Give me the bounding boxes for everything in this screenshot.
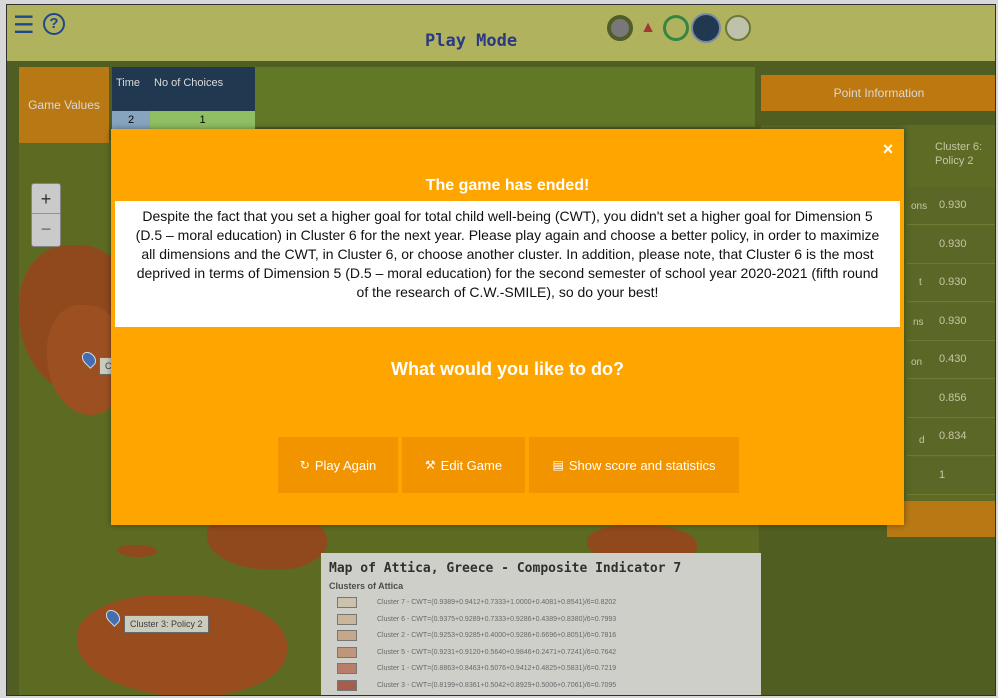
edit-game-label: Edit Game: [440, 457, 503, 473]
show-statistics-label: Show score and statistics: [568, 457, 716, 473]
bar-chart-icon: ▤: [552, 458, 564, 472]
game-ended-dialog: The game has ended! × Despite the fact t…: [111, 129, 904, 525]
dialog-message: Despite the fact that you set a higher g…: [115, 201, 900, 327]
dialog-title: The game has ended!: [425, 177, 590, 194]
show-statistics-button[interactable]: ▤ Show score and statistics: [529, 437, 739, 493]
refresh-icon: ↻: [299, 458, 310, 472]
dialog-question: What would you like to do?: [391, 359, 624, 379]
close-icon[interactable]: ×: [879, 139, 897, 159]
play-again-label: Play Again: [314, 457, 377, 473]
wrench-icon: ⚒: [424, 458, 436, 472]
edit-game-button[interactable]: ⚒ Edit Game: [402, 437, 525, 493]
play-again-button[interactable]: ↻ Play Again: [278, 437, 398, 493]
